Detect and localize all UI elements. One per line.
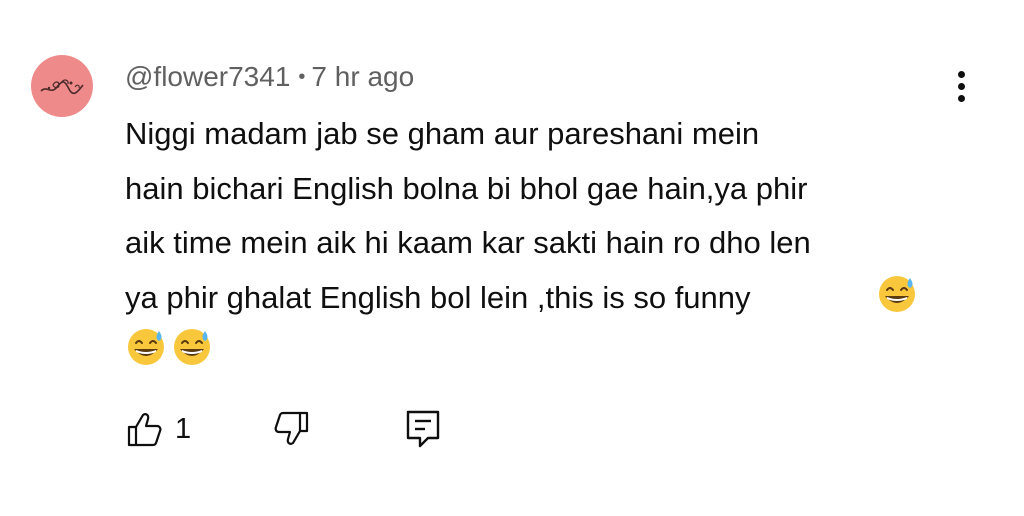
- more-vertical-icon-dot: [957, 82, 965, 90]
- meta-separator: •: [298, 66, 306, 88]
- comment-item: @flower7341 • 7 hr ago Niggi madam jab se …: [0, 0, 1024, 516]
- like-count: 1: [175, 412, 192, 445]
- thumbs-down-icon: [274, 411, 309, 445]
- comment-actions: 1: [125, 405, 525, 455]
- comment-text: Niggi madam jab se gham aur pareshani me…: [125, 116, 811, 315]
- grinning-sweat-emoji: [876, 272, 918, 314]
- timestamp: 7 hr ago: [311, 61, 415, 92]
- grinning-sweat-emoji: [125, 325, 167, 367]
- reply-icon: [406, 410, 440, 448]
- more-vertical-icon-dot: [957, 94, 965, 102]
- like-button[interactable]: 1: [125, 405, 191, 453]
- thumbs-up-icon: [127, 413, 162, 447]
- more-options-button[interactable]: [944, 66, 978, 106]
- grinning-sweat-emoji: [171, 325, 213, 367]
- reply-button[interactable]: [405, 405, 441, 453]
- comment-meta: @flower7341 • 7 hr ago: [125, 58, 414, 96]
- avatar-script-logo: [40, 79, 84, 95]
- dislike-button[interactable]: [271, 405, 311, 453]
- author-name[interactable]: @flower7341: [125, 61, 290, 92]
- emoji-row: [125, 325, 213, 367]
- avatar[interactable]: [31, 55, 93, 117]
- more-vertical-icon: [957, 70, 965, 78]
